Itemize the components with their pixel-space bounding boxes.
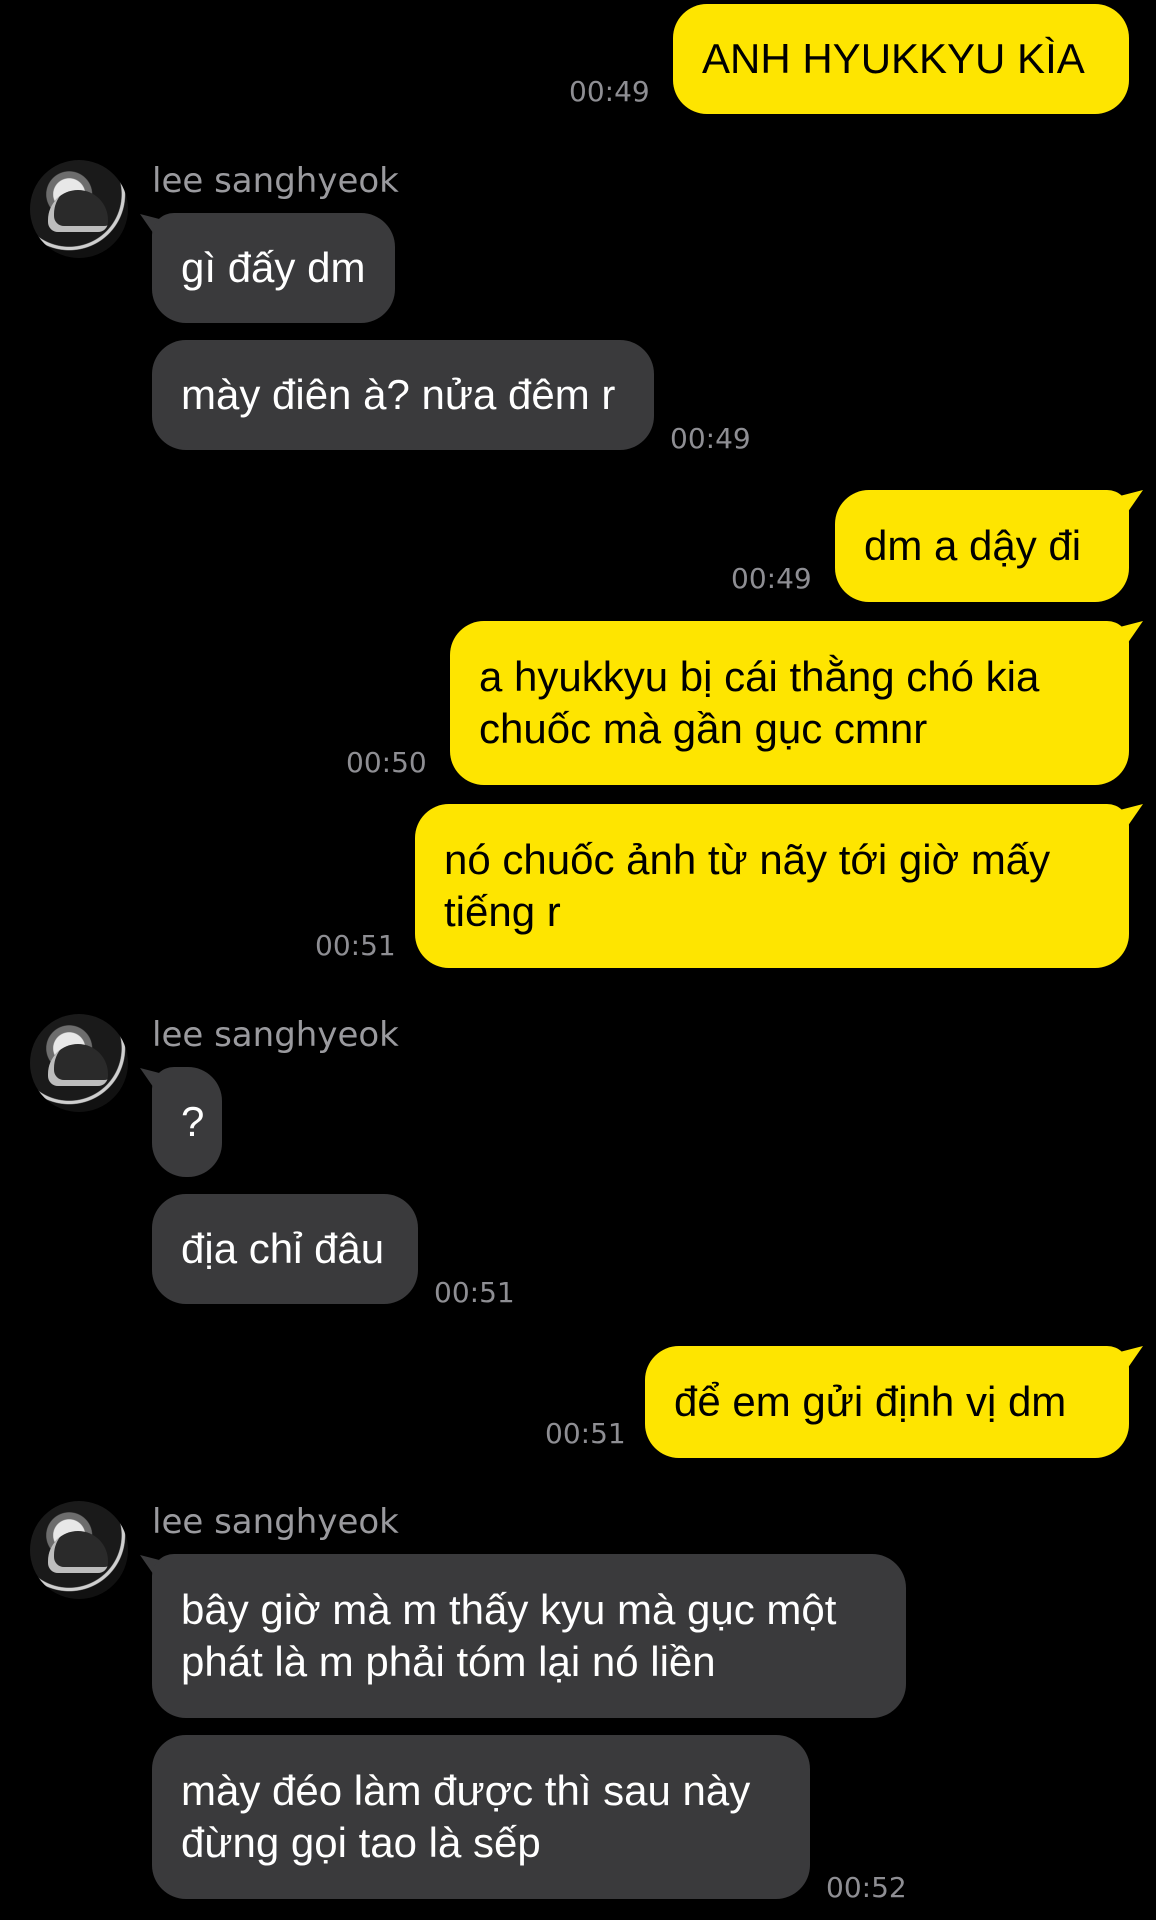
message-text-line: mày đéo làm được thì sau này — [181, 1767, 751, 1814]
message-text: ? — [181, 1098, 205, 1145]
message-text: ANH HYUKKYU KÌA — [702, 35, 1085, 82]
message-text: dm a dậy đi — [864, 522, 1082, 569]
message-timestamp: 00:49 — [569, 75, 650, 108]
contact-avatar[interactable] — [30, 160, 128, 258]
sender-name: lee sanghyeok — [152, 1015, 399, 1055]
incoming-message[interactable]: mày đéo làm được thì sau này đừng gọi ta… — [152, 1735, 810, 1899]
outgoing-message[interactable]: nó chuốc ảnh từ nãy tới giờ mấy tiếng r — [415, 804, 1129, 968]
message-timestamp: 00:51 — [545, 1417, 626, 1450]
sender-name: lee sanghyeok — [152, 161, 399, 201]
message-text-line: a hyukkyu bị cái thằng chó kia — [479, 653, 1040, 700]
outgoing-message[interactable]: ANH HYUKKYU KÌA — [673, 4, 1129, 114]
message-text: mày điên à? nửa đêm r — [181, 371, 616, 418]
message-text-line: đừng gọi tao là sếp — [181, 1819, 541, 1866]
outgoing-message[interactable]: dm a dậy đi — [835, 490, 1129, 602]
outgoing-message[interactable]: a hyukkyu bị cái thằng chó kia chuốc mà … — [450, 621, 1129, 785]
message-timestamp: 00:51 — [434, 1276, 515, 1309]
message-text-line: bây giờ mà m thấy kyu mà gục một — [181, 1586, 837, 1633]
message-text-line: tiếng r — [444, 888, 561, 935]
message-timestamp: 00:49 — [731, 562, 812, 595]
message-timestamp: 00:52 — [826, 1871, 907, 1904]
incoming-message[interactable]: địa chỉ đâu — [152, 1194, 418, 1304]
message-timestamp: 00:51 — [315, 929, 396, 962]
message-text-line: nó chuốc ảnh từ nãy tới giờ mấy — [444, 836, 1051, 883]
message-text-line: chuốc mà gần gục cmnr — [479, 705, 928, 752]
message-text: gì đấy dm — [181, 244, 366, 291]
sender-name: lee sanghyeok — [152, 1502, 399, 1542]
message-text: địa chỉ đâu — [181, 1225, 385, 1272]
incoming-message[interactable]: gì đấy dm — [152, 213, 395, 323]
incoming-message[interactable]: bây giờ mà m thấy kyu mà gục một phát là… — [152, 1554, 906, 1718]
contact-avatar[interactable] — [30, 1014, 128, 1112]
message-timestamp: 00:49 — [670, 422, 751, 455]
contact-avatar[interactable] — [30, 1501, 128, 1599]
message-timestamp: 00:50 — [346, 746, 427, 779]
outgoing-message[interactable]: để em gửi định vị dm — [645, 1346, 1129, 1458]
message-text: để em gửi định vị dm — [674, 1378, 1067, 1425]
incoming-message[interactable]: mày điên à? nửa đêm r — [152, 340, 654, 450]
incoming-message[interactable]: ? — [152, 1067, 222, 1177]
message-text-line: phát là m phải tóm lại nó liền — [181, 1638, 716, 1685]
